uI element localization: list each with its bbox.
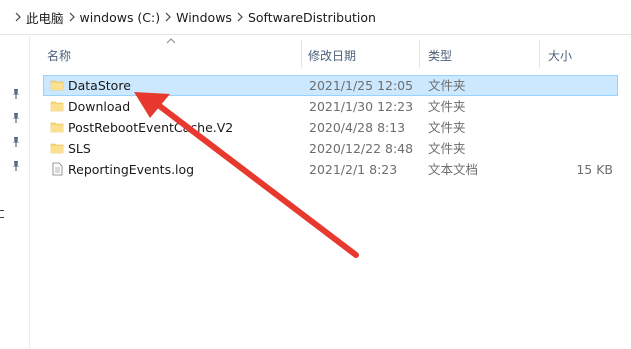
folder-icon	[50, 120, 64, 134]
file-date: 2020/12/22 8:48	[309, 141, 414, 156]
column-header-name-label: 名称	[47, 48, 72, 63]
folder-icon	[50, 141, 64, 155]
pin-icon[interactable]	[10, 160, 22, 172]
file-name: SLS	[68, 141, 91, 156]
pin-icon[interactable]	[10, 136, 22, 148]
file-name: ReportingEvents.log	[68, 162, 195, 177]
file-date: 2021/2/1 8:23	[309, 162, 398, 177]
folder-icon	[50, 99, 64, 113]
pin-icon[interactable]	[10, 88, 22, 100]
file-date: 2021/1/30 12:23	[309, 99, 414, 114]
chevron-right-icon[interactable]	[64, 12, 80, 22]
file-name: Download	[68, 99, 131, 114]
list-item[interactable]: PostRebootEventCache.V2 2020/4/28 8:13 文…	[43, 117, 618, 138]
column-header-size[interactable]: 大小	[548, 44, 618, 66]
breadcrumb-item-windows[interactable]: Windows	[176, 10, 232, 25]
file-type: 文件夹	[428, 120, 466, 135]
list-item[interactable]: SLS 2020/12/22 8:48 文件夹	[43, 138, 618, 159]
column-header-date[interactable]: 修改日期	[308, 44, 418, 66]
chevron-right-icon[interactable]	[10, 12, 26, 22]
breadcrumb[interactable]: 此电脑 windows (C:) Windows SoftwareDistrib…	[0, 0, 631, 35]
list-item[interactable]: Download 2021/1/30 12:23 文件夹	[43, 96, 618, 117]
list-item[interactable]: DataStore 2021/1/25 12:05 文件夹	[43, 75, 618, 96]
chevron-right-icon[interactable]	[232, 12, 248, 22]
column-divider[interactable]	[301, 40, 302, 68]
file-explorer-window: 此电脑 windows (C:) Windows SoftwareDistrib…	[0, 0, 631, 349]
navigation-pane[interactable]	[0, 36, 30, 349]
column-divider[interactable]	[539, 40, 540, 68]
pin-icon[interactable]	[10, 112, 22, 124]
column-header-type[interactable]: 类型	[428, 44, 538, 66]
column-header-date-label: 修改日期	[308, 48, 357, 63]
file-type: 文件夹	[428, 78, 466, 93]
breadcrumb-item-drive-c[interactable]: windows (C:)	[80, 10, 161, 25]
file-size: 15 KB	[576, 162, 613, 177]
breadcrumb-item-softwaredistribution[interactable]: SoftwareDistribution	[248, 10, 376, 25]
file-type: 文件夹	[428, 99, 466, 114]
text-document-icon	[50, 162, 64, 176]
file-type: 文件夹	[428, 141, 466, 156]
chevron-right-icon[interactable]	[160, 12, 176, 22]
file-name: DataStore	[68, 78, 131, 93]
file-type: 文本文档	[428, 162, 479, 177]
folder-icon	[50, 78, 64, 92]
column-header-type-label: 类型	[428, 48, 453, 63]
file-date: 2021/1/25 12:05	[309, 78, 414, 93]
column-divider[interactable]	[419, 40, 420, 68]
file-name: PostRebootEventCache.V2	[68, 120, 234, 135]
file-date: 2020/4/28 8:13	[309, 120, 406, 135]
column-header-size-label: 大小	[548, 48, 573, 63]
column-header-name[interactable]: 名称	[47, 44, 297, 66]
breadcrumb-item-this-pc[interactable]: 此电脑	[26, 8, 64, 27]
collapsed-item-glyph	[0, 210, 4, 218]
list-item[interactable]: ReportingEvents.log 2021/2/1 8:23 文本文档 1…	[43, 159, 618, 180]
